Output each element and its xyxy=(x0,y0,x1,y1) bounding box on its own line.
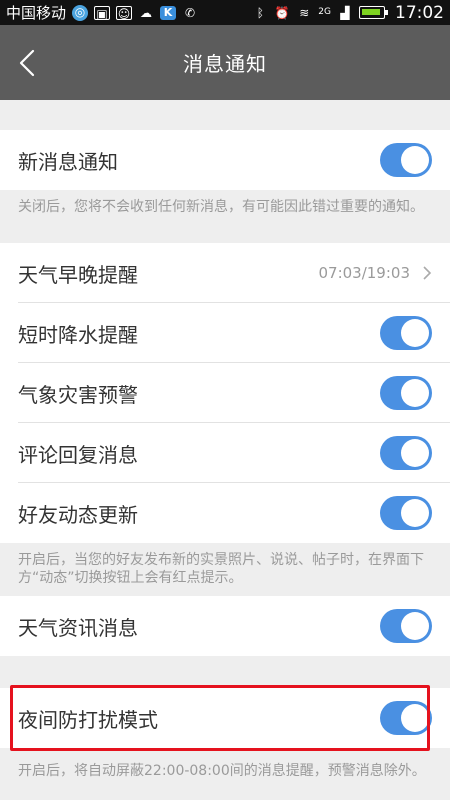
alarm-icon: ⏰ xyxy=(274,5,290,20)
toggle-knob xyxy=(401,704,429,732)
night-mode-label: 夜间防打扰模式 xyxy=(18,707,158,732)
battery-icon xyxy=(359,6,388,19)
weather-reminder-label: 天气早晚提醒 xyxy=(18,262,138,287)
friend-updates-hint: 开启后，当您的好友发布新的实景照片、说说、帖子时，在界面下方“动态”切换按钮上会… xyxy=(0,543,450,593)
friend-updates-label: 好友动态更新 xyxy=(18,502,138,527)
new-message-hint: 关闭后，您将不会收到任何新消息，有可能因此错过重要的通知。 xyxy=(0,190,450,240)
chevron-left-icon xyxy=(19,49,35,76)
toggle-knob xyxy=(401,439,429,467)
toggle-knob xyxy=(401,499,429,527)
comment-reply-toggle[interactable] xyxy=(380,436,432,470)
page-title: 消息通知 xyxy=(183,52,267,76)
cloud-icon: ☁ xyxy=(140,5,153,20)
image-notification-icon: ▣ xyxy=(94,5,111,21)
status-bar: 中国移动 ◎ ▣ ☺ ☁ K ✆ ᛒ ⏰ ≋ 2G ▟ 17:02 xyxy=(0,0,450,25)
toggle-knob xyxy=(401,379,429,407)
app-notification-icon: ◎ xyxy=(72,4,89,21)
friend-updates-toggle[interactable] xyxy=(380,496,432,530)
rain-alert-toggle[interactable] xyxy=(380,316,432,350)
comment-reply-label: 评论回复消息 xyxy=(18,442,138,467)
bluetooth-icon: ᛒ xyxy=(256,5,264,20)
weather-news-label: 天气资讯消息 xyxy=(18,615,138,640)
disaster-warning-toggle[interactable] xyxy=(380,376,432,410)
toggle-knob xyxy=(401,319,429,347)
new-message-toggle[interactable] xyxy=(380,143,432,177)
weather-reminder-value: 07:03/19:03 xyxy=(318,264,410,282)
network-type-label: 2G xyxy=(318,7,331,17)
rain-alert-label: 短时降水提醒 xyxy=(18,322,138,347)
friend-updates-row[interactable]: 好友动态更新 xyxy=(0,483,450,543)
new-message-label: 新消息通知 xyxy=(18,149,118,174)
k-app-icon: K xyxy=(160,5,177,20)
new-message-row[interactable]: 新消息通知 xyxy=(0,130,450,190)
toggle-knob xyxy=(401,146,429,174)
chevron-right-icon xyxy=(423,266,432,280)
comment-reply-row[interactable]: 评论回复消息 xyxy=(0,423,450,483)
rain-alert-row[interactable]: 短时降水提醒 xyxy=(0,303,450,363)
wifi-icon: ≋ xyxy=(299,5,310,20)
signal-icon: ▟ xyxy=(340,5,350,20)
phone-icon: ✆ xyxy=(184,5,196,20)
disaster-warning-label: 气象灾害预警 xyxy=(18,382,138,407)
weather-reminder-row[interactable]: 天气早晚提醒 07:03/19:03 xyxy=(0,243,450,303)
night-mode-row[interactable]: 夜间防打扰模式 xyxy=(0,688,450,748)
weather-news-toggle[interactable] xyxy=(380,609,432,643)
night-mode-hint: 开启后，将自动屏蔽22:00-08:00间的消息提醒，预警消息除外。 xyxy=(0,754,450,800)
cat-notification-icon: ☺ xyxy=(116,5,133,21)
back-button[interactable] xyxy=(18,48,42,78)
app-header: 消息通知 xyxy=(0,25,450,100)
weather-news-row[interactable]: 天气资讯消息 xyxy=(0,596,450,656)
disaster-warning-row[interactable]: 气象灾害预警 xyxy=(0,363,450,423)
clock: 17:02 xyxy=(395,2,444,23)
toggle-knob xyxy=(401,612,429,640)
carrier-label: 中国移动 xyxy=(6,4,67,22)
night-mode-toggle[interactable] xyxy=(380,701,432,735)
